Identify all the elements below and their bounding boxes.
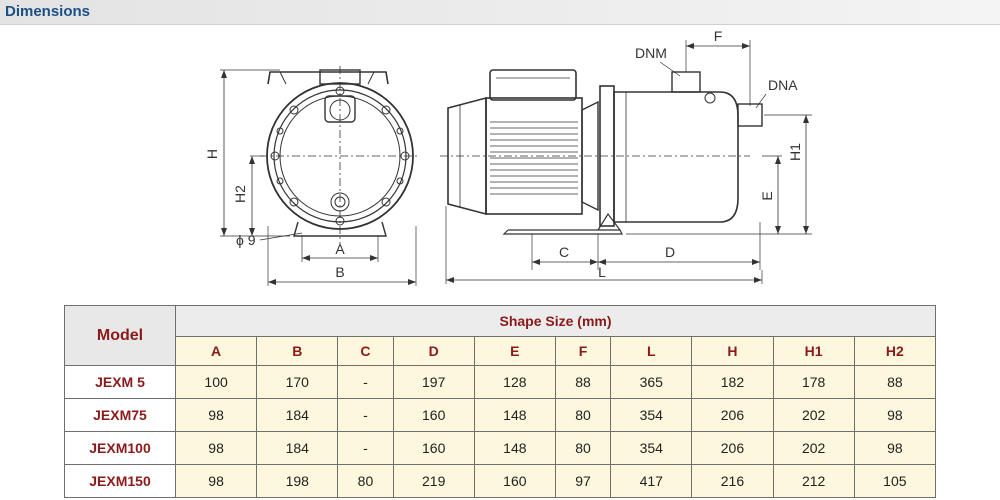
column-header-a: A — [174, 336, 258, 366]
value-cell-h: 206 — [691, 431, 774, 465]
column-header-l: L — [610, 336, 693, 366]
value-cell-c: - — [337, 365, 394, 399]
model-cell: JEXM 5 — [64, 365, 176, 399]
value-cell-l: 365 — [610, 365, 693, 399]
table-body: JEXM 5 100 170-197 128 88 365 182 178 88 JEXM75 98… — [64, 365, 937, 498]
value-cell-l: 354 — [610, 398, 693, 432]
side-view: DNM F DNA E H1 C D L — [440, 28, 812, 284]
value-cell-f: 80 — [554, 398, 612, 432]
value-cell-l: 417 — [610, 464, 693, 498]
table-row: JEXM75 98 184-160 148 80 354 206 202 98 — [64, 398, 937, 432]
value-cell-d: 219 — [392, 464, 475, 498]
value-cell-l: 354 — [610, 431, 693, 465]
label-DNA: DNA — [768, 77, 798, 93]
value-cell-h: 206 — [691, 398, 774, 432]
value-cell-e: 148 — [473, 398, 556, 432]
model-cell: JEXM75 — [64, 398, 176, 432]
column-header-d: D — [392, 336, 475, 366]
table-row: JEXM100 98 184-160 148 80 354 206 202 98 — [64, 431, 937, 465]
model-column-header: Model — [64, 305, 176, 366]
model-cell: JEXM100 — [64, 431, 176, 465]
label-B: B — [335, 264, 344, 280]
value-cell-d: 160 — [392, 398, 475, 432]
value-cell-a: 98 — [174, 398, 258, 432]
column-header-h2: H2 — [853, 336, 937, 366]
label-C: C — [559, 244, 569, 260]
label-E: E — [759, 191, 775, 200]
column-header-h: H — [691, 336, 774, 366]
value-cell-h2: 105 — [853, 464, 937, 498]
value-cell-f: 80 — [554, 431, 612, 465]
column-header-h1: H1 — [772, 336, 855, 366]
value-cell-h2: 98 — [853, 398, 937, 432]
label-D: D — [665, 244, 675, 260]
label-A: A — [335, 241, 345, 257]
section-title: Dimensions — [5, 3, 91, 20]
value-cell-d: 160 — [392, 431, 475, 465]
table-row: JEXM 5 100 170-197 128 88 365 182 178 88 — [64, 365, 937, 399]
dimensions-table: Model Shape Size (mm) A B C D E F L H H1 H2 JEXM … — [64, 305, 937, 498]
column-header-b: B — [256, 336, 339, 366]
column-header-e: E — [473, 336, 556, 366]
value-cell-b: 184 — [256, 398, 339, 432]
value-cell-a: 98 — [174, 431, 258, 465]
value-cell-d: 197 — [392, 365, 475, 399]
label-H1: H1 — [787, 143, 803, 161]
value-cell-h1: 178 — [772, 365, 855, 399]
value-cell-c: - — [337, 431, 394, 465]
value-cell-h: 182 — [691, 365, 774, 399]
column-header-f: F — [554, 336, 612, 366]
value-cell-c: 80 — [337, 464, 394, 498]
value-cell-e: 128 — [473, 365, 556, 399]
value-cell-e: 148 — [473, 431, 556, 465]
column-header-c: C — [337, 336, 394, 366]
value-cell-f: 97 — [554, 464, 612, 498]
value-cell-h2: 98 — [853, 431, 937, 465]
label-L: L — [598, 264, 606, 280]
shape-size-header: Shape Size (mm) — [175, 305, 936, 337]
value-cell-b: 198 — [256, 464, 339, 498]
value-cell-a: 100 — [174, 365, 258, 399]
section-header-bar: Dimensions — [0, 0, 1000, 25]
pump-dimension-drawing: H H2 ϕ 9 A B DNM F DNA E H1 C D L — [204, 28, 812, 286]
value-cell-h: 216 — [691, 464, 774, 498]
label-F: F — [714, 28, 723, 44]
label-DNM: DNM — [635, 45, 667, 61]
label-H: H — [204, 149, 220, 159]
value-cell-e: 160 — [473, 464, 556, 498]
front-view: H H2 ϕ 9 A B — [204, 66, 420, 286]
column-header-row: A B C D E F L H H1 H2 — [65, 336, 937, 366]
value-cell-b: 170 — [256, 365, 339, 399]
label-H2: H2 — [232, 185, 248, 203]
value-cell-h2: 88 — [853, 365, 937, 399]
table-row: JEXM150 98 198 80 219 160 97 417 216 212 105 — [64, 464, 937, 498]
value-cell-b: 184 — [256, 431, 339, 465]
value-cell-h1: 212 — [772, 464, 855, 498]
value-cell-a: 98 — [174, 464, 258, 498]
label-phi9: ϕ 9 — [236, 232, 256, 248]
value-cell-h1: 202 — [772, 431, 855, 465]
value-cell-c: - — [337, 398, 394, 432]
value-cell-f: 88 — [554, 365, 612, 399]
model-cell: JEXM150 — [64, 464, 176, 498]
value-cell-h1: 202 — [772, 398, 855, 432]
